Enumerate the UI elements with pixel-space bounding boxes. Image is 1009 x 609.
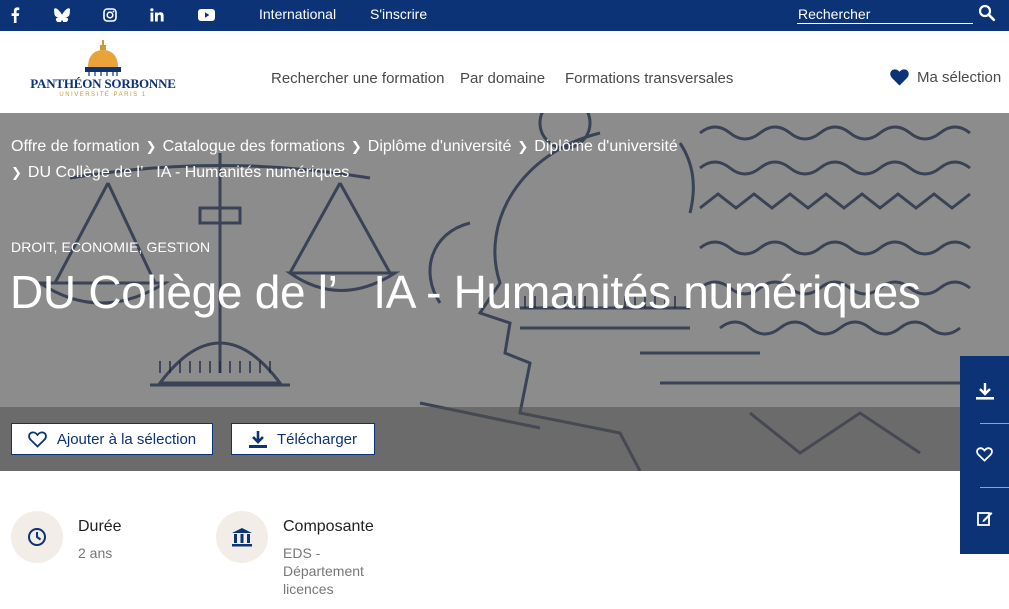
instagram-icon[interactable]: [99, 5, 121, 25]
search-icon[interactable]: [978, 4, 998, 24]
search-field: [797, 4, 973, 24]
add-to-selection-label: Ajouter à la sélection: [56, 430, 197, 448]
component-line: Département: [283, 563, 364, 579]
duration-value: 2 ans: [78, 545, 113, 561]
component-label: Composante: [283, 518, 374, 535]
linkedin-icon[interactable]: [146, 5, 168, 25]
breadcrumb: Offre de formation ❯ Catalogue des formati…: [11, 134, 771, 160]
floating-toolbar: [960, 356, 1009, 554]
chevron-right-icon: ❯: [145, 139, 157, 154]
chevron-right-icon: ❯: [11, 165, 22, 180]
heart-outline-icon: [28, 431, 47, 448]
heart-icon: [890, 69, 909, 86]
clock-icon: [11, 511, 63, 563]
university-logo[interactable]: PANTHÉON SORBONNE UNIVERSITÉ PARIS 1: [28, 40, 178, 102]
facebook-icon[interactable]: [4, 5, 26, 25]
download-button[interactable]: Télécharger: [231, 423, 375, 455]
chevron-right-icon: ❯: [517, 139, 529, 154]
breadcrumb-item[interactable]: Catalogue des formations: [163, 138, 345, 155]
site-header: PANTHÉON SORBONNE UNIVERSITÉ PARIS 1 Rec…: [0, 31, 1009, 113]
download-icon: [248, 430, 267, 448]
breadcrumb-current: ❯ DU Collège de l’ IA - Humanités numériq…: [11, 160, 349, 186]
logo-subtitle: UNIVERSITÉ PARIS 1: [59, 92, 147, 98]
my-selection-link[interactable]: Ma sélection: [890, 69, 1001, 86]
youtube-icon[interactable]: [195, 5, 217, 25]
signup-link[interactable]: S'inscrire: [370, 6, 427, 22]
toolbar-download-button[interactable]: [960, 358, 1009, 424]
top-bar: International S'inscrire: [0, 0, 1009, 31]
program-category: DROIT, ECONOMIE, GESTION: [11, 239, 211, 255]
bluesky-icon[interactable]: [51, 5, 73, 25]
breadcrumb-item[interactable]: Offre de formation: [11, 138, 140, 155]
toolbar-edit-button[interactable]: [960, 485, 1009, 551]
add-to-selection-button[interactable]: Ajouter à la sélection: [11, 423, 213, 455]
component-value: EDS - Département licences: [283, 544, 364, 598]
pantheon-dome-icon: [85, 40, 121, 76]
my-selection-label: Ma sélection: [917, 69, 1002, 86]
component-line: EDS -: [283, 545, 321, 561]
nav-par-domaine[interactable]: Par domaine: [460, 70, 545, 87]
breadcrumb-current-label: DU Collège de l’ IA - Humanités numériqu…: [27, 164, 350, 181]
breadcrumb-item[interactable]: Diplôme d'université: [534, 138, 678, 155]
download-icon: [975, 382, 994, 400]
hero-banner: Offre de formation ❯ Catalogue des formati…: [0, 113, 1009, 471]
breadcrumb-item[interactable]: Diplôme d'université: [368, 138, 512, 155]
international-link[interactable]: International: [259, 6, 336, 22]
building-icon: [216, 511, 268, 563]
edit-icon: [976, 512, 992, 526]
nav-formations-transversales[interactable]: Formations transversales: [565, 70, 733, 87]
duration-label: Durée: [78, 518, 122, 535]
chevron-right-icon: ❯: [350, 139, 362, 154]
component-line: licences: [283, 581, 334, 597]
toolbar-favorite-button[interactable]: [960, 421, 1009, 487]
search-input[interactable]: [797, 4, 973, 23]
logo-name: PANTHÉON SORBONNE: [30, 76, 176, 91]
page-title: DU Collège de l’ IA - Humanités numériqu…: [10, 266, 921, 318]
nav-search-formation[interactable]: Rechercher une formation: [271, 70, 444, 87]
heart-outline-icon: [976, 446, 993, 462]
download-label: Télécharger: [276, 430, 358, 448]
